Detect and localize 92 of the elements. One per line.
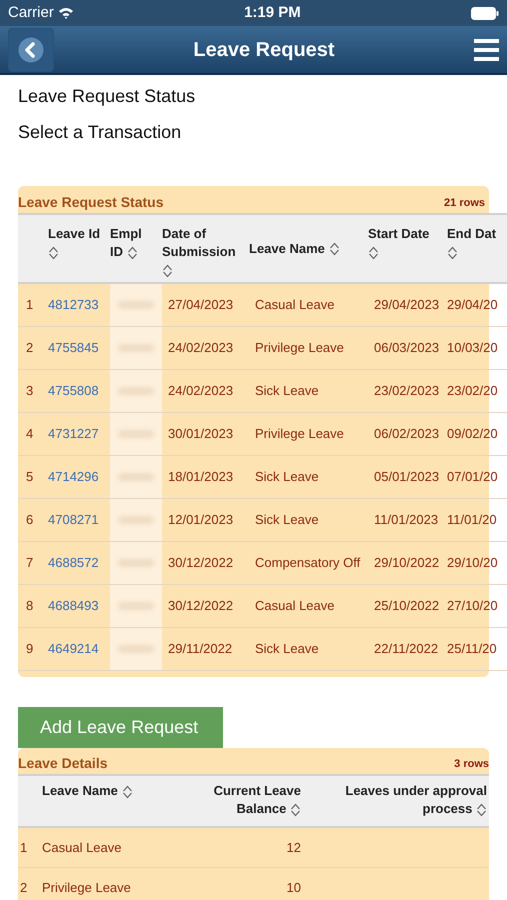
leave-id-link[interactable]: 4812733: [48, 295, 110, 315]
row-number: 3: [25, 382, 34, 400]
table-cell-text: 27/04/2023: [167, 296, 234, 314]
table-cell-text: Casual Leave: [42, 838, 122, 857]
leave-id-link[interactable]: 4755808: [48, 381, 110, 401]
leave-id-link[interactable]: 4688493: [48, 596, 110, 616]
table-cell-text: 12: [286, 838, 302, 857]
sort-icon[interactable]: [290, 802, 301, 817]
back-icon: [18, 36, 44, 62]
table-cell-text: 11/01/20: [447, 511, 498, 530]
leave-id-link[interactable]: 4708271: [48, 510, 110, 530]
sort-icon[interactable]: [447, 246, 458, 260]
table-cell-text: 06/02/2023: [373, 425, 440, 444]
table-cell-text: Privilege Leave: [254, 339, 345, 358]
table-cell-text: 25/11/20: [447, 640, 498, 658]
sort-icon[interactable]: [328, 242, 340, 256]
table-cell-text: 09/02/20: [447, 425, 499, 444]
sort-icon[interactable]: [48, 246, 59, 260]
table-cell-text: 24/02/2023: [167, 339, 234, 358]
row-number: 1: [19, 838, 28, 857]
table-cell-text: 29/10/20: [447, 554, 499, 572]
table-cell-text: Privilege Leave: [254, 425, 345, 444]
table-cell-text: Casual Leave: [254, 296, 336, 314]
row-number: 2: [19, 878, 28, 897]
leave-id-link[interactable]: 4755845: [48, 338, 110, 358]
table-cell-text: 29/04/20: [447, 296, 499, 314]
menu-icon[interactable]: [474, 38, 499, 62]
table-cell-text: 30/01/2023: [167, 425, 234, 444]
nav-title: Leave Request: [193, 38, 335, 62]
row-count: 3 rows: [454, 756, 489, 772]
table-cell-text: Sick Leave: [254, 640, 320, 658]
table-cell-text: Sick Leave: [254, 511, 320, 530]
status-time: 1:19 PM: [244, 2, 301, 23]
table-cell-text: 25/10/2022: [373, 597, 440, 616]
table-cell-text: 24/02/2023: [167, 382, 234, 400]
table-cell-text: 10: [286, 878, 302, 897]
table-cell-text: 29/11/2022: [167, 640, 234, 658]
table-title: Leave Request Status: [18, 193, 164, 212]
table-cell-text: 27/10/20: [447, 597, 499, 616]
table-cell-text: 29/10/2022: [373, 554, 440, 572]
table-cell-text: 05/01/2023: [373, 468, 440, 486]
table-cell-text: 30/12/2022: [167, 554, 234, 572]
sort-icon[interactable]: [122, 784, 133, 799]
row-number: 6: [25, 511, 34, 530]
wifi-icon: [58, 7, 74, 19]
column-header[interactable]: Leave Name: [42, 782, 158, 800]
column-header[interactable]: Date of Submission: [162, 225, 245, 279]
column-header[interactable]: Leave Id: [48, 225, 106, 261]
table-cell-text: 06/03/2023: [373, 339, 440, 358]
column-header[interactable]: End Dat: [447, 225, 503, 261]
column-header[interactable]: Current Leave Balance: [201, 782, 301, 818]
transaction-link[interactable]: Select a Transaction: [18, 121, 489, 144]
back-button[interactable]: [8, 28, 54, 72]
table-cell-text: Sick Leave: [254, 468, 320, 486]
table-cell-text: Privilege Leave: [42, 878, 132, 897]
row-count: 21 rows: [444, 196, 485, 210]
row-number: 1: [25, 296, 34, 314]
sort-icon[interactable]: [476, 802, 487, 817]
column-header[interactable]: Leaves under approval process: [307, 782, 487, 818]
sort-icon[interactable]: [162, 264, 173, 278]
row-number: 8: [25, 597, 34, 616]
leave-id-link[interactable]: 4649214: [48, 639, 110, 659]
row-number: 7: [25, 554, 34, 572]
table-cell-text: 29/04/2023: [373, 296, 440, 314]
row-number: 4: [25, 425, 34, 444]
table-title: Leave Details: [18, 754, 108, 773]
table-cell-text: Sick Leave: [254, 382, 320, 400]
row-number: 2: [25, 339, 34, 358]
leave-id-link[interactable]: 4714296: [48, 467, 110, 487]
carrier-label: Carrier: [8, 2, 54, 23]
table-cell-text: 30/12/2022: [167, 597, 234, 616]
column-header[interactable]: Start Date: [368, 225, 443, 261]
table-cell-text: 07/01/20: [447, 468, 499, 486]
row-number: 9: [25, 640, 34, 658]
table-cell-text: 11/01/2023: [373, 511, 440, 530]
transaction-link[interactable]: Leave Request Status: [18, 85, 489, 108]
column-header[interactable]: Empl ID: [110, 225, 158, 261]
table-cell-text: 23/02/2023: [373, 382, 440, 400]
table-cell-text: Casual Leave: [254, 597, 336, 616]
battery-icon: [470, 6, 499, 20]
column-header[interactable]: Leave Name: [249, 240, 364, 258]
row-number: 5: [25, 468, 34, 486]
sort-icon[interactable]: [126, 246, 138, 260]
table-cell-text: 10/03/20: [447, 339, 499, 358]
leave-id-link[interactable]: 4731227: [48, 424, 110, 444]
table-cell-text: 18/01/2023: [167, 468, 234, 486]
table-cell-text: Compensatory Off: [254, 554, 362, 572]
leave-id-link[interactable]: 4688572: [48, 553, 110, 573]
table-cell-text: 22/11/2022: [373, 640, 440, 658]
table-cell-text: 23/02/20: [447, 382, 499, 400]
sort-icon[interactable]: [368, 246, 379, 260]
table-cell-text: 12/01/2023: [167, 511, 234, 530]
